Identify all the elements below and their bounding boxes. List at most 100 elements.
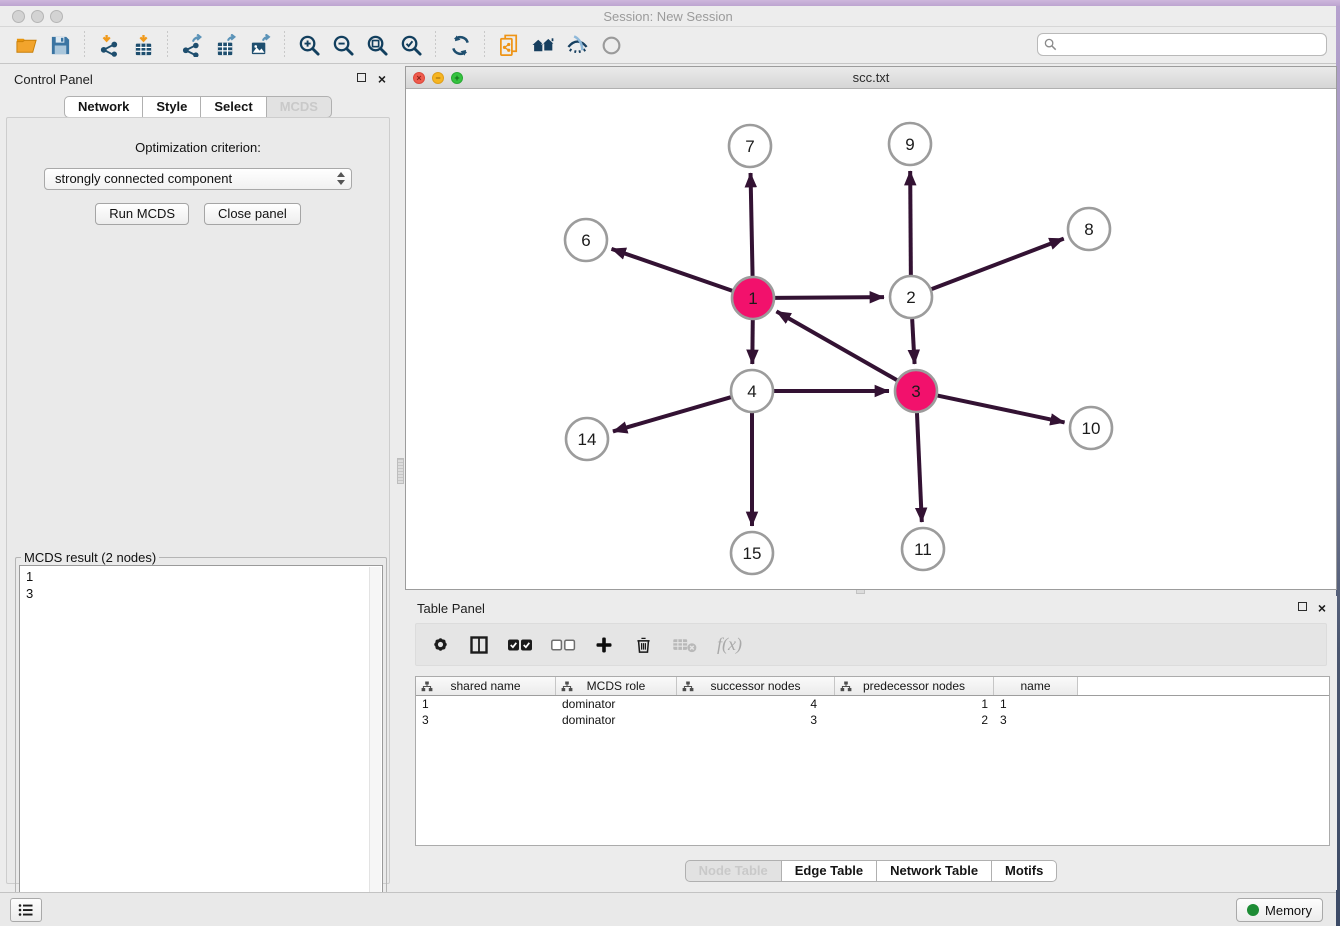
function-builder-icon: f(x) <box>717 634 742 655</box>
open-session-icon[interactable] <box>11 30 41 60</box>
criterion-dropdown[interactable]: strongly connected component <box>44 168 352 190</box>
zoom-in-icon[interactable] <box>294 30 324 60</box>
network-window-titlebar[interactable]: × − + scc.txt <box>406 67 1336 89</box>
graph-node-label: 10 <box>1082 419 1101 438</box>
table-cell[interactable]: dominator <box>556 712 677 728</box>
app-titlebar: Session: New Session <box>0 6 1336 27</box>
column-header-name[interactable]: name <box>994 677 1078 695</box>
toolbar-separator <box>435 31 436 59</box>
graph-edge-3-10[interactable] <box>938 396 1065 423</box>
graph-edge-2-9[interactable] <box>910 171 911 275</box>
column-layout-icon[interactable] <box>467 634 491 656</box>
mcds-result-fieldset: MCDS result (2 nodes) 13 <box>15 550 387 922</box>
graph-node-label: 1 <box>748 289 757 308</box>
mcds-result-textarea[interactable]: 13 <box>19 565 383 918</box>
save-session-icon[interactable] <box>45 30 75 60</box>
column-header-predecessor-nodes[interactable]: predecessor nodes <box>835 677 994 695</box>
refresh-layout-icon[interactable] <box>445 30 475 60</box>
close-panel-icon[interactable]: × <box>1318 603 1326 613</box>
table-cell[interactable]: 3 <box>994 712 1078 728</box>
run-mcds-button[interactable]: Run MCDS <box>95 203 189 225</box>
graph-edge-4-14[interactable] <box>613 397 731 431</box>
zoom-fit-icon[interactable] <box>362 30 392 60</box>
task-history-button[interactable] <box>10 898 42 922</box>
graph-edge-2-8[interactable] <box>932 239 1064 290</box>
table-cell[interactable]: 3 <box>677 712 835 728</box>
graph-edge-1-2[interactable] <box>775 297 884 298</box>
export-table-icon[interactable] <box>211 30 241 60</box>
show-panels-icon[interactable] <box>596 30 626 60</box>
graph-node-label: 11 <box>914 540 932 559</box>
delete-table-icon <box>670 634 700 656</box>
graph-node-label: 4 <box>747 382 756 401</box>
add-column-icon[interactable] <box>592 634 616 656</box>
control-panel: Control Panel × NetworkStyleSelectMCDS O… <box>0 64 396 892</box>
network-view-window: × − + scc.txt 1234678910111415 <box>405 66 1337 590</box>
toolbar-separator <box>167 31 168 59</box>
search-field[interactable] <box>1037 33 1327 56</box>
table-panel: Table Panel × f(x) shared nameMCDS roles… <box>405 596 1337 890</box>
graph-edge-3-11[interactable] <box>917 413 922 522</box>
result-scrollbar[interactable] <box>369 567 381 916</box>
tab-select[interactable]: Select <box>201 96 266 118</box>
column-header-MCDS-role[interactable]: MCDS role <box>556 677 677 695</box>
float-panel-icon[interactable] <box>1298 602 1307 611</box>
vertical-splitter-handle[interactable] <box>397 458 404 484</box>
zoom-out-icon[interactable] <box>328 30 358 60</box>
table-cell[interactable]: 2 <box>835 712 994 728</box>
mcds-tab-content: Optimization criterion: strongly connect… <box>6 117 390 884</box>
table-cell[interactable]: 1 <box>835 696 994 712</box>
delete-column-icon[interactable] <box>631 634 655 656</box>
table-cell[interactable]: 4 <box>677 696 835 712</box>
graph-edge-2-3[interactable] <box>912 319 914 364</box>
graph-node-label: 3 <box>911 382 920 401</box>
tab-network[interactable]: Network <box>64 96 143 118</box>
graph-node-label: 14 <box>578 430 597 449</box>
export-network-icon[interactable] <box>177 30 207 60</box>
table-cell[interactable]: 1 <box>416 696 556 712</box>
tab-motifs[interactable]: Motifs <box>992 860 1057 882</box>
node-table[interactable]: shared nameMCDS rolesuccessor nodesprede… <box>415 676 1330 846</box>
table-row[interactable]: 1dominator411 <box>416 696 1329 712</box>
clone-network-icon[interactable] <box>494 30 524 60</box>
tab-mcds[interactable]: MCDS <box>267 96 332 118</box>
graph-edge-1-7[interactable] <box>751 173 753 276</box>
table-row[interactable]: 3dominator323 <box>416 712 1329 728</box>
home-view-icon[interactable] <box>528 30 558 60</box>
toolbar-separator <box>484 31 485 59</box>
search-icon <box>1044 38 1057 51</box>
settings-gear-icon[interactable] <box>428 634 452 656</box>
graph-edge-3-1[interactable] <box>776 311 896 380</box>
table-cell[interactable]: 3 <box>416 712 556 728</box>
toolbar-separator <box>84 31 85 59</box>
tab-edge-table[interactable]: Edge Table <box>782 860 877 882</box>
criterion-value: strongly connected component <box>55 171 232 186</box>
select-all-columns-icon[interactable] <box>506 634 534 656</box>
float-panel-icon[interactable] <box>357 73 366 82</box>
list-icon <box>18 903 34 917</box>
deselect-all-columns-icon[interactable] <box>549 634 577 656</box>
node-table-header: shared nameMCDS rolesuccessor nodesprede… <box>416 677 1329 696</box>
control-panel-tabs: NetworkStyleSelectMCDS <box>0 96 396 118</box>
close-panel-button[interactable]: Close panel <box>204 203 301 225</box>
graph-node-label: 8 <box>1084 220 1093 239</box>
import-network-icon[interactable] <box>94 30 124 60</box>
memory-button[interactable]: Memory <box>1236 898 1323 922</box>
table-cell[interactable]: 1 <box>994 696 1078 712</box>
tab-node-table[interactable]: Node Table <box>685 860 782 882</box>
graph-node-label: 9 <box>905 135 914 154</box>
network-window-title: scc.txt <box>406 70 1336 85</box>
hide-panels-icon[interactable] <box>562 30 592 60</box>
column-header-shared-name[interactable]: shared name <box>416 677 556 695</box>
search-input[interactable] <box>1062 38 1320 52</box>
close-panel-icon[interactable]: × <box>378 74 386 84</box>
tab-network-table[interactable]: Network Table <box>877 860 992 882</box>
export-image-icon[interactable] <box>245 30 275 60</box>
tab-style[interactable]: Style <box>143 96 201 118</box>
network-canvas[interactable]: 1234678910111415 <box>406 89 1336 589</box>
column-header-successor-nodes[interactable]: successor nodes <box>677 677 835 695</box>
zoom-selected-icon[interactable] <box>396 30 426 60</box>
import-table-icon[interactable] <box>128 30 158 60</box>
graph-edge-1-6[interactable] <box>612 249 733 291</box>
table-cell[interactable]: dominator <box>556 696 677 712</box>
